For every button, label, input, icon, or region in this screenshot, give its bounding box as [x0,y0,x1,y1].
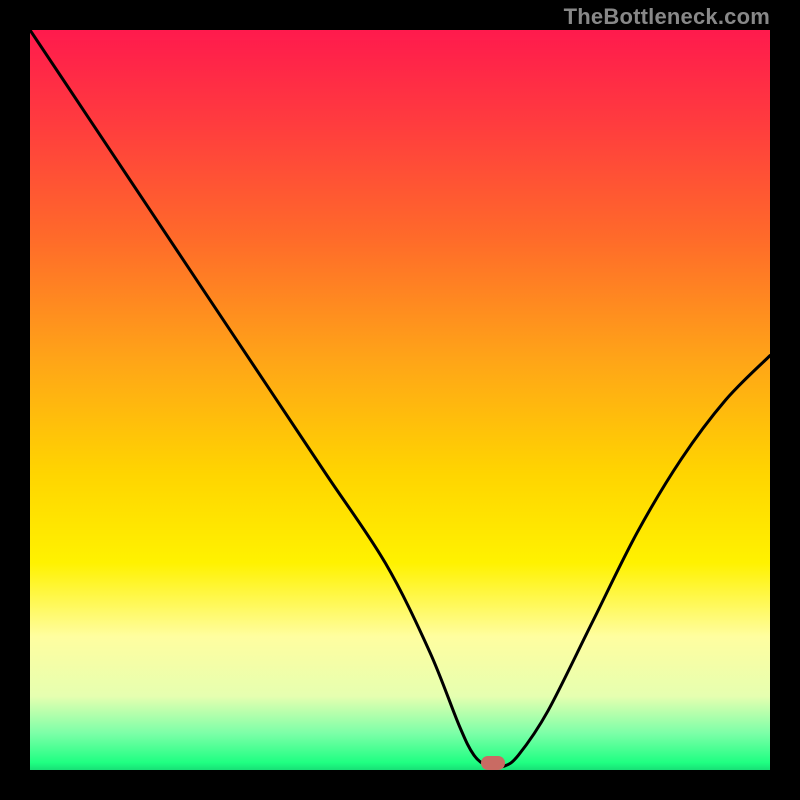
optimum-marker [481,756,505,770]
bottleneck-curve [30,30,770,768]
plot-area [30,30,770,770]
chart-frame: TheBottleneck.com [0,0,800,800]
watermark-text: TheBottleneck.com [564,4,770,30]
curve-svg [30,30,770,770]
